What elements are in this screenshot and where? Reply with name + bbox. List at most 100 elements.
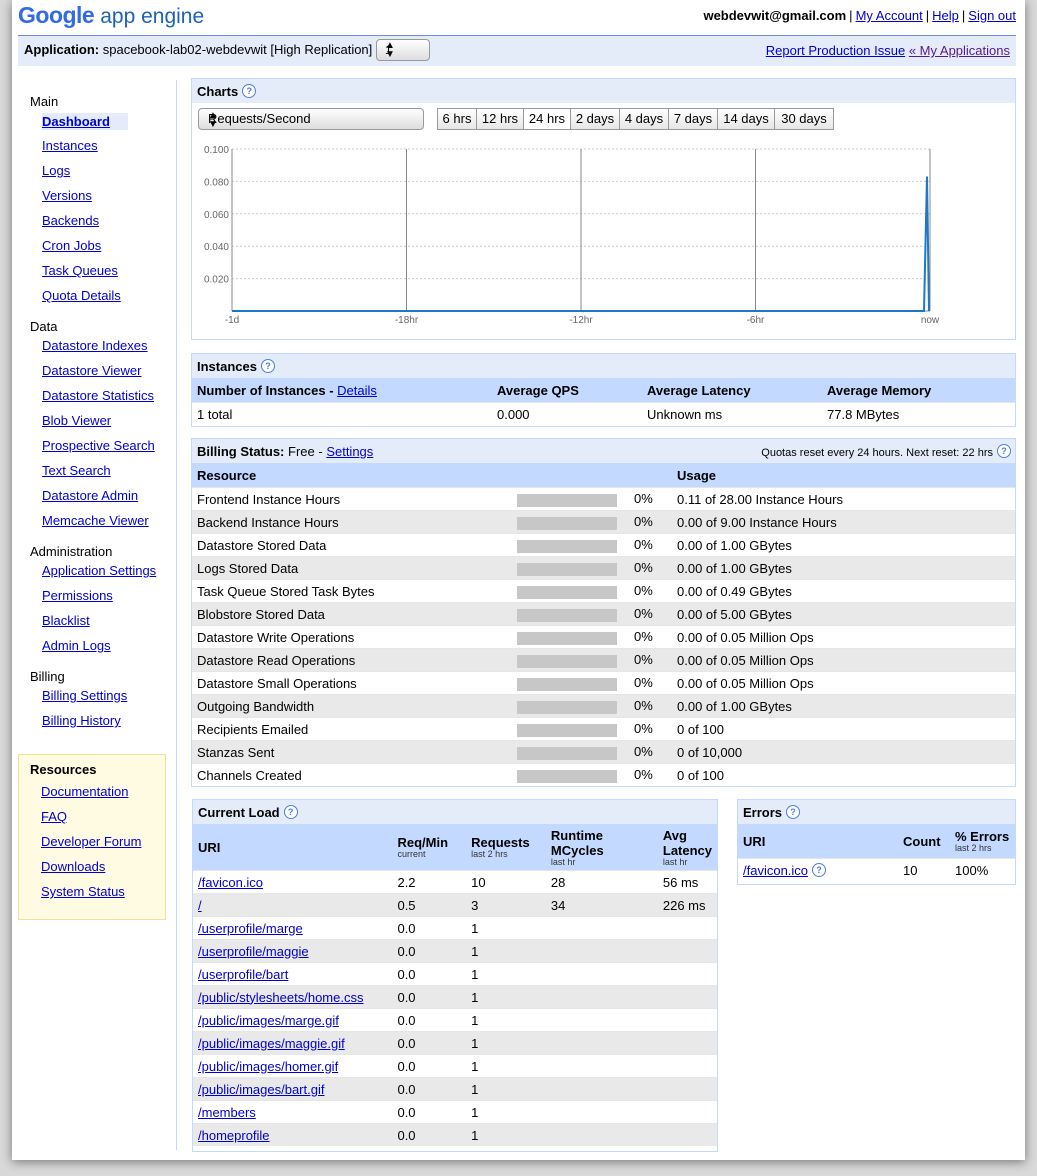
top-nav: webdevwit@gmail.com | My Account | Help | Sign… <box>703 8 1016 23</box>
sidebar-item-blacklist[interactable]: Blacklist <box>42 613 90 628</box>
range-14-days[interactable]: 14 days <box>717 108 775 130</box>
range-30-days[interactable]: 30 days <box>774 108 834 130</box>
sidebar-item-backends[interactable]: Backends <box>42 213 99 228</box>
sidebar-item-prospective-search[interactable]: Prospective Search <box>42 438 155 453</box>
help-icon[interactable]: ? <box>283 805 298 819</box>
uri-link[interactable]: /public/images/maggie.gif <box>198 1036 345 1051</box>
table-row: /public/images/maggie.gif 0.0 1 <box>193 1031 717 1055</box>
uri-link[interactable]: / <box>198 898 202 913</box>
usage-bar <box>517 631 617 645</box>
table-row: /public/images/marge.gif 0.0 1 <box>193 1008 717 1032</box>
usage-percent: 0% <box>634 698 653 714</box>
help-link[interactable]: Help <box>932 8 959 23</box>
uri-link[interactable]: /userprofile/marge <box>198 921 303 936</box>
report-issue-link[interactable]: Report Production Issue <box>766 43 905 58</box>
instances-details-link[interactable]: Details <box>337 383 377 398</box>
uri-link[interactable]: /public/stylesheets/home.css <box>198 990 363 1005</box>
billing-status: Free - <box>288 444 327 459</box>
billing-resource: Channels Created <box>192 763 512 786</box>
sidebar-item-versions[interactable]: Versions <box>42 188 92 203</box>
sign-out-link[interactable]: Sign out <box>968 8 1016 23</box>
resource-link-system-status[interactable]: System Status <box>41 884 125 899</box>
usage-percent: 0% <box>634 652 653 668</box>
resource-link-developer-forum[interactable]: Developer Forum <box>41 834 141 849</box>
range-2-days[interactable]: 2 days <box>570 108 620 130</box>
billing-settings-link[interactable]: Settings <box>326 444 373 459</box>
billing-row: Datastore Read Operations 0% 0.00 of 0.05 … <box>192 648 1015 672</box>
sidebar-item-blob-viewer[interactable]: Blob Viewer <box>42 413 111 428</box>
sidebar-item-quota-details[interactable]: Quota Details <box>42 288 121 303</box>
sidebar-item-application-settings[interactable]: Application Settings <box>42 563 156 578</box>
version-select[interactable]: 1 ▲ ▼ <box>376 39 430 61</box>
uri-link[interactable]: /public/images/bart.gif <box>198 1082 324 1097</box>
sidebar-item-datastore-indexes[interactable]: Datastore Indexes <box>42 338 148 353</box>
sidebar-item-datastore-viewer[interactable]: Datastore Viewer <box>42 363 141 378</box>
sidebar-item-logs[interactable]: Logs <box>42 163 70 178</box>
usage-bar <box>517 608 617 622</box>
sidebar-item-text-search[interactable]: Text Search <box>42 463 111 478</box>
usage-percent: 0% <box>634 675 653 691</box>
sidebar-item-permissions[interactable]: Permissions <box>42 588 113 603</box>
range-12-hrs[interactable]: 12 hrs <box>476 108 524 130</box>
billing-resource: Logs Stored Data <box>192 556 512 580</box>
chart-metric-select[interactable]: Requests/Second ▲ ▼ <box>198 108 424 130</box>
app-engine-logo[interactable]: Google app engine <box>18 2 204 29</box>
range-6-hrs[interactable]: 6 hrs <box>437 108 477 130</box>
uri-link[interactable]: /public/images/marge.gif <box>198 1013 339 1028</box>
sidebar-item-datastore-statistics[interactable]: Datastore Statistics <box>42 388 154 403</box>
requests-chart: 0.100 0.080 0.060 0.040 0.020 -1d -18hr -12hr -6… <box>204 145 940 326</box>
billing-usage: 0.00 of 0.05 Million Ops <box>672 671 1015 695</box>
sidebar-item-admin-logs[interactable]: Admin Logs <box>42 638 111 653</box>
help-icon[interactable]: ? <box>997 444 1011 458</box>
usage-percent: 0% <box>634 491 653 507</box>
time-range-tabs: 6 hrs 12 hrs 24 hrs 2 days 4 days 7 days 14 da… <box>437 106 837 130</box>
quota-reset-note: Quotas reset every 24 hours. Next reset:… <box>761 447 993 459</box>
uri-link[interactable]: /favicon.ico <box>743 863 808 878</box>
sidebar-item-memcache-viewer[interactable]: Memcache Viewer <box>42 513 149 528</box>
my-applications-link[interactable]: « My Applications <box>909 43 1010 58</box>
sidebar-item-instances[interactable]: Instances <box>42 138 98 153</box>
billing-row: Logs Stored Data 0% 0.00 of 1.00 GBytes <box>192 556 1015 580</box>
uri-link[interactable]: /userprofile/bart <box>198 967 288 982</box>
billing-usage: 0.00 of 5.00 GBytes <box>672 602 1015 626</box>
range-7-days[interactable]: 7 days <box>668 108 718 130</box>
my-account-link[interactable]: My Account <box>856 8 923 23</box>
billing-row: Blobstore Stored Data 0% 0.00 of 5.00 GByt… <box>192 602 1015 626</box>
sidebar-item-billing-history[interactable]: Billing History <box>42 713 121 728</box>
usage-percent: 0% <box>634 537 653 553</box>
uri-link[interactable]: /public/images/homer.gif <box>198 1059 338 1074</box>
usage-percent: 0% <box>634 606 653 622</box>
uri-link[interactable]: /members <box>198 1105 256 1120</box>
resource-link-documentation[interactable]: Documentation <box>41 784 128 799</box>
help-icon[interactable]: ? <box>242 84 257 98</box>
usage-percent: 0% <box>634 514 653 530</box>
billing-resource: Recipients Emailed <box>192 717 512 741</box>
resource-link-faq[interactable]: FAQ <box>41 809 67 824</box>
table-row: /userprofile/marge 0.0 1 <box>193 916 717 940</box>
sidebar-item-dashboard[interactable]: Dashboard <box>42 113 128 130</box>
resource-link-downloads[interactable]: Downloads <box>41 859 105 874</box>
sidebar-item-task-queues[interactable]: Task Queues <box>42 263 118 278</box>
uri-link[interactable]: /userprofile/maggie <box>198 944 309 959</box>
current-load-panel: Current Load? URI Req/Min current Requests l… <box>192 799 718 1152</box>
help-icon[interactable]: ? <box>260 359 275 373</box>
range-4-days[interactable]: 4 days <box>619 108 669 130</box>
help-icon[interactable]: ? <box>812 862 827 877</box>
table-row: /members 0.0 1 <box>193 1100 717 1124</box>
uri-link[interactable]: /favicon.ico <box>198 875 263 890</box>
errors-table: URI Count% Errors last 2 hrs/favicon.ico? 1… <box>738 824 1015 881</box>
usage-percent: 0% <box>634 583 653 599</box>
range-24-hrs[interactable]: 24 hrs <box>523 108 571 130</box>
usage-bar <box>517 654 617 668</box>
load-header-uri: URI <box>193 824 393 871</box>
billing-row: Stanzas Sent 0% 0 of 10,000 <box>192 740 1015 764</box>
sidebar-item-datastore-admin[interactable]: Datastore Admin <box>42 488 138 503</box>
sidebar-item-billing-settings[interactable]: Billing Settings <box>42 688 127 703</box>
sidebar-item-cron-jobs[interactable]: Cron Jobs <box>42 238 101 253</box>
uri-link[interactable]: /homeprofile <box>198 1128 270 1143</box>
usage-bar <box>517 539 617 553</box>
instances-count: 1 total <box>192 402 492 425</box>
billing-resource: Task Queue Stored Task Bytes <box>192 579 512 603</box>
help-icon[interactable]: ? <box>786 805 801 819</box>
usage-bar <box>517 769 617 783</box>
